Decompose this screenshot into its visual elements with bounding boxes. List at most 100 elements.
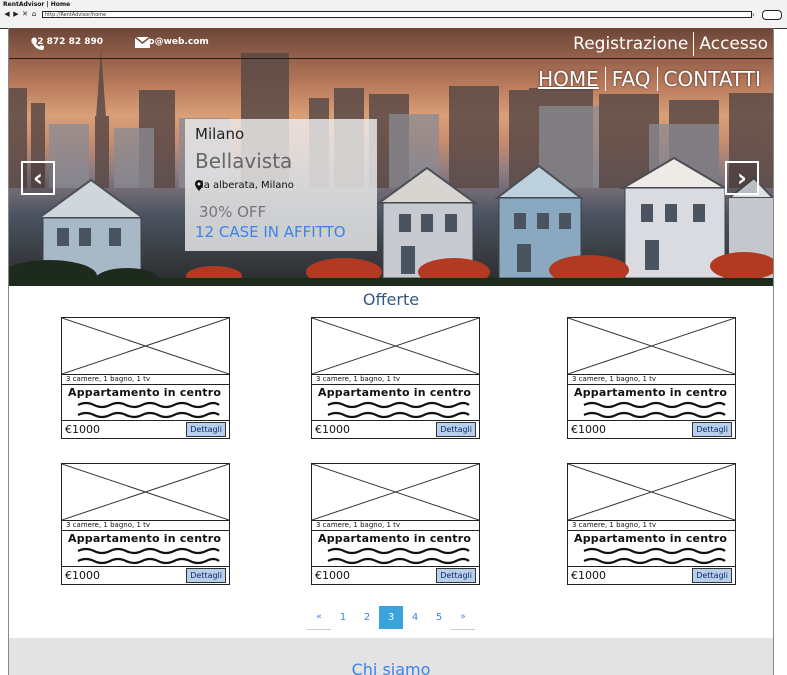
close-icon[interactable]: ✕: [21, 10, 29, 18]
offer-card[interactable]: 3 camere, 1 bagno, 1 tv Appartamento in c…: [567, 317, 736, 439]
about-section: Chi siamo: [9, 638, 773, 675]
divider: [568, 384, 735, 385]
offer-card[interactable]: 3 camere, 1 bagno, 1 tv Appartamento in c…: [61, 317, 230, 439]
divider: [312, 530, 479, 531]
window-title: RentAdvisor | Home: [3, 1, 71, 8]
login-link[interactable]: Accesso: [694, 32, 773, 56]
offer-title: Appartamento in centro: [574, 532, 728, 545]
caption-listing-count[interactable]: 12 CASE IN AFFITTO: [195, 223, 346, 241]
offer-features: 3 camere, 1 bagno, 1 tv: [572, 375, 657, 383]
placeholder-text-scribble: [77, 547, 220, 565]
address-text: via alberata, Milano: [195, 180, 294, 191]
image-placeholder-icon: [62, 318, 229, 375]
nav-contatti[interactable]: CONTATTI: [658, 66, 767, 92]
map-pin-icon: [195, 180, 203, 191]
details-button[interactable]: Dettagli: [436, 568, 476, 583]
offer-card[interactable]: 3 camere, 1 bagno, 1 tv Appartamento in c…: [567, 463, 736, 585]
caption-name: Bellavista: [195, 149, 293, 173]
browser-nav-buttons: ◀ ▶ ✕ ⌂: [3, 10, 38, 19]
image-placeholder-icon: [568, 464, 735, 521]
offer-title: Appartamento in centro: [318, 386, 472, 399]
offer-card[interactable]: 3 camere, 1 bagno, 1 tv Appartamento in c…: [61, 463, 230, 585]
pagination-prev[interactable]: «: [307, 606, 331, 630]
caption-city: Milano: [195, 125, 245, 143]
caption-address: via alberata, Milano: [195, 180, 294, 191]
offer-price: €1000: [571, 423, 606, 436]
phone-contact[interactable]: 02 872 82 890: [31, 37, 103, 50]
placeholder-text-scribble: [327, 401, 470, 419]
divider: [62, 566, 229, 567]
email-contact[interactable]: info@web.com: [135, 37, 209, 48]
envelope-icon: [135, 37, 150, 48]
details-button[interactable]: Dettagli: [186, 568, 226, 583]
browser-window-chrome: RentAdvisor | Home ◀ ▶ ✕ ⌂ http://RentAd…: [0, 0, 787, 29]
chevron-left-icon: ‹: [33, 164, 43, 192]
offer-features: 3 camere, 1 bagno, 1 tv: [66, 521, 151, 529]
offer-features: 3 camere, 1 bagno, 1 tv: [572, 521, 657, 529]
phone-icon: [32, 38, 44, 50]
caption-discount: 30% OFF: [199, 203, 267, 221]
offer-features: 3 camere, 1 bagno, 1 tv: [316, 521, 401, 529]
nav-faq[interactable]: FAQ: [606, 66, 657, 92]
pagination: « 1 2 3 4 5 »: [307, 606, 475, 630]
details-button[interactable]: Dettagli: [436, 422, 476, 437]
offer-title: Appartamento in centro: [574, 386, 728, 399]
offer-card[interactable]: 3 camere, 1 bagno, 1 tv Appartamento in c…: [311, 317, 480, 439]
details-button[interactable]: Dettagli: [692, 422, 732, 437]
home-icon[interactable]: ⌂: [30, 10, 38, 18]
go-icon[interactable]: ›: [752, 12, 755, 19]
offer-card[interactable]: 3 camere, 1 bagno, 1 tv Appartamento in c…: [311, 463, 480, 585]
offer-title: Appartamento in centro: [68, 386, 222, 399]
divider: [62, 530, 229, 531]
pagination-page-3[interactable]: 3: [379, 606, 403, 629]
search-box[interactable]: [762, 10, 782, 20]
address-bar[interactable]: http://RentAdvisor/home: [42, 11, 752, 18]
divider: [312, 384, 479, 385]
page: 02 872 82 890 info@web.com Registrazione…: [8, 28, 774, 675]
details-button[interactable]: Dettagli: [186, 422, 226, 437]
offer-price: €1000: [65, 423, 100, 436]
top-contact-bar: 02 872 82 890 info@web.com Registrazione…: [9, 28, 773, 59]
offer-features: 3 camere, 1 bagno, 1 tv: [66, 375, 151, 383]
main-nav: HOME FAQ CONTATTI: [532, 66, 767, 92]
hero-caption: Milano Bellavista via alberata, Milano 3…: [185, 119, 377, 251]
image-placeholder-icon: [568, 318, 735, 375]
divider: [312, 566, 479, 567]
divider: [568, 420, 735, 421]
placeholder-text-scribble: [583, 547, 726, 565]
nav-home[interactable]: HOME: [532, 66, 605, 92]
pagination-page-1[interactable]: 1: [331, 606, 355, 629]
details-button[interactable]: Dettagli: [692, 568, 732, 583]
divider: [62, 420, 229, 421]
register-link[interactable]: Registrazione: [568, 32, 693, 56]
offer-price: €1000: [315, 423, 350, 436]
divider: [568, 530, 735, 531]
offer-features: 3 camere, 1 bagno, 1 tv: [316, 375, 401, 383]
offer-price: €1000: [571, 569, 606, 582]
pagination-page-5[interactable]: 5: [427, 606, 451, 629]
carousel-next-button[interactable]: ›: [725, 161, 759, 195]
auth-links: Registrazione Accesso: [568, 32, 773, 56]
placeholder-text-scribble: [77, 401, 220, 419]
chevron-right-icon: ›: [737, 164, 747, 192]
divider: [312, 420, 479, 421]
back-icon[interactable]: ◀: [3, 10, 11, 18]
image-placeholder-icon: [312, 318, 479, 375]
pagination-next[interactable]: »: [451, 606, 475, 630]
offer-title: Appartamento in centro: [318, 532, 472, 545]
pagination-page-4[interactable]: 4: [403, 606, 427, 629]
offer-price: €1000: [315, 569, 350, 582]
carousel-prev-button[interactable]: ‹: [21, 161, 55, 195]
offers-title: Offerte: [362, 290, 420, 309]
image-placeholder-icon: [62, 464, 229, 521]
offer-price: €1000: [65, 569, 100, 582]
divider: [568, 566, 735, 567]
divider: [62, 384, 229, 385]
hero-carousel: 02 872 82 890 info@web.com Registrazione…: [9, 28, 773, 286]
forward-icon[interactable]: ▶: [12, 10, 20, 18]
pagination-page-2[interactable]: 2: [355, 606, 379, 629]
placeholder-text-scribble: [327, 547, 470, 565]
placeholder-text-scribble: [583, 401, 726, 419]
image-placeholder-icon: [312, 464, 479, 521]
about-title: Chi siamo: [351, 660, 431, 675]
